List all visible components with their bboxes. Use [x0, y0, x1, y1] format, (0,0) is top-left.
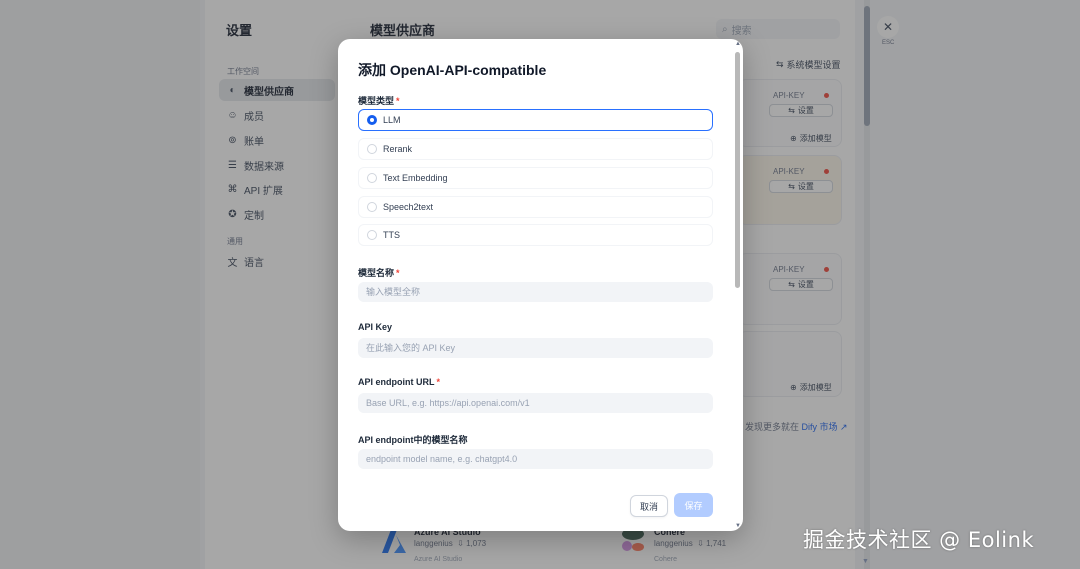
option-label: Text Embedding: [383, 173, 448, 183]
radio-empty-icon: [367, 202, 377, 212]
option-label: Rerank: [383, 144, 413, 154]
model-type-option-speech2text[interactable]: Speech2text: [358, 196, 713, 218]
radio-empty-icon: [367, 173, 377, 183]
endpoint-model-name-label: API endpoint中的模型名称: [358, 435, 468, 445]
option-label: LLM: [383, 115, 401, 125]
endpoint-url-label-text: API endpoint URL: [358, 377, 435, 387]
add-model-dialog: 添加 OpenAI-API-compatible 模型类型 * LLM Reran…: [338, 39, 743, 531]
dialog-scrollbar-thumb[interactable]: [735, 52, 740, 288]
model-type-option-text-embedding[interactable]: Text Embedding: [358, 167, 713, 189]
dialog-title: 添加 OpenAI-API-compatible: [358, 62, 547, 78]
model-type-option-llm[interactable]: LLM: [358, 109, 713, 131]
required-mark: *: [396, 268, 400, 278]
model-name-label: 模型名称 *: [358, 266, 400, 279]
api-key-field-label: API Key: [358, 322, 393, 332]
option-label: TTS: [383, 230, 400, 240]
radio-empty-icon: [367, 144, 377, 154]
model-type-label: 模型类型 *: [358, 94, 400, 107]
dialog-scrollbar[interactable]: ▲ ▼: [735, 41, 741, 529]
required-mark: *: [436, 377, 441, 387]
model-type-label-text: 模型类型: [358, 96, 395, 106]
model-name-label-text: 模型名称: [358, 268, 395, 278]
radio-selected-icon: [367, 115, 377, 125]
api-key-input[interactable]: [358, 338, 713, 358]
radio-empty-icon: [367, 230, 377, 240]
cancel-button[interactable]: 取消: [630, 495, 668, 517]
model-type-option-rerank[interactable]: Rerank: [358, 138, 713, 160]
required-mark: *: [396, 96, 400, 106]
watermark: 掘金技术社区 @ Eolink: [803, 528, 1035, 552]
model-name-input[interactable]: [358, 282, 713, 302]
save-button[interactable]: 保存: [674, 493, 713, 517]
endpoint-url-label: API endpoint URL *: [358, 377, 440, 387]
page-scroll-down-icon[interactable]: ▼: [862, 558, 869, 565]
endpoint-model-name-input[interactable]: [358, 449, 713, 469]
scroll-down-icon[interactable]: ▼: [735, 523, 741, 529]
scroll-up-icon[interactable]: ▲: [735, 41, 741, 47]
endpoint-url-input[interactable]: [358, 393, 713, 413]
option-label: Speech2text: [383, 202, 434, 212]
model-type-option-tts[interactable]: TTS: [358, 224, 713, 246]
